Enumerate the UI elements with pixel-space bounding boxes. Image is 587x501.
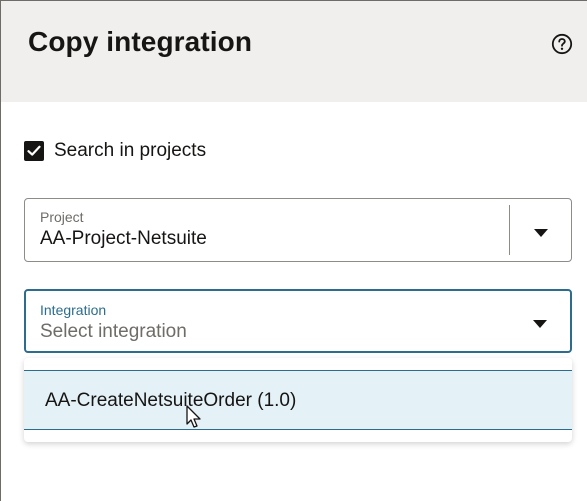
help-icon[interactable] <box>551 33 573 55</box>
copy-integration-dialog: Copy integration Search in projects Proj… <box>0 0 587 501</box>
dropdown-option[interactable]: AA-CreateNetsuiteOrder (1.0) <box>24 370 572 430</box>
dropdown-option-label: AA-CreateNetsuiteOrder (1.0) <box>45 390 297 411</box>
mouse-pointer-icon <box>186 405 204 431</box>
project-field-label: Project <box>40 209 84 225</box>
dialog-header: Copy integration <box>1 1 587 102</box>
checkbox-checked-icon[interactable] <box>24 141 44 161</box>
dialog-title: Copy integration <box>28 26 253 57</box>
search-in-projects-checkbox[interactable]: Search in projects <box>24 139 206 163</box>
project-field-value: AA-Project-Netsuite <box>40 228 207 249</box>
integration-placeholder: Select integration <box>40 321 187 342</box>
chevron-down-icon[interactable] <box>533 225 549 237</box>
integration-dropdown-list: AA-CreateNetsuiteOrder (1.0) <box>24 358 572 442</box>
chevron-down-icon[interactable] <box>532 316 548 328</box>
integration-select[interactable]: Integration Select integration <box>24 289 572 353</box>
search-in-projects-label: Search in projects <box>54 140 207 161</box>
integration-field-label: Integration <box>40 302 107 318</box>
project-select[interactable]: Project AA-Project-Netsuite <box>24 198 572 262</box>
project-select-divider <box>509 205 510 255</box>
